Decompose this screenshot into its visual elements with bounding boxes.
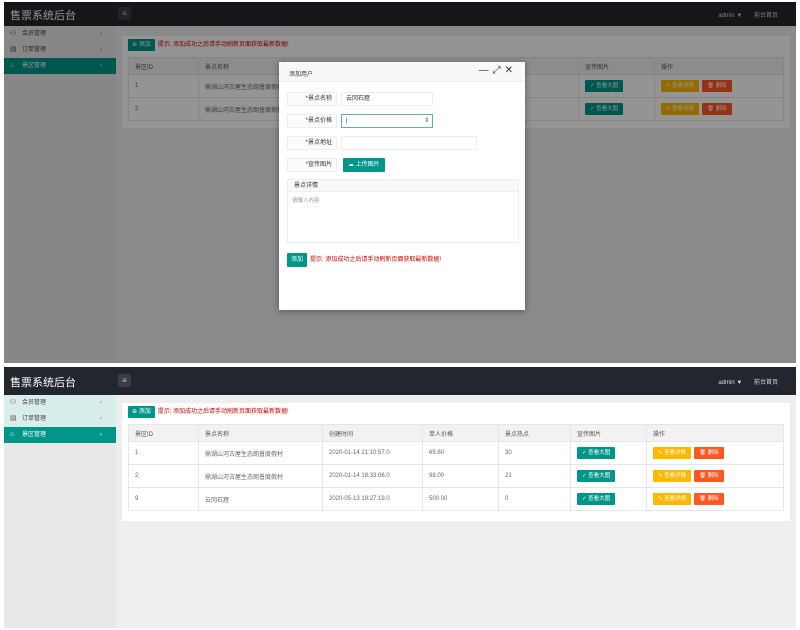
cell-hot: 21 bbox=[498, 464, 571, 488]
cell-id: 2 bbox=[128, 464, 199, 488]
screenshot-list: 售票系统后台 ≡ admin ▼ 前台首页 ⚇ 会员管理 ‹ ▤ 订单管理 ‹ … bbox=[4, 367, 796, 628]
refresh-tip: 提示: 添加成功之后请手动刷新页面获取最新数据! bbox=[157, 409, 289, 415]
modal-controls: —⤢✕ bbox=[479, 65, 517, 76]
top-right-menu: admin ▼ 前台首页 bbox=[698, 377, 778, 386]
col-actions: 操作 bbox=[646, 424, 784, 442]
stepper-icon[interactable]: ⇕ bbox=[424, 115, 429, 127]
delete-button[interactable]: 🗑 删除 bbox=[694, 493, 724, 505]
cell-image: ✓ 查看大图 bbox=[570, 441, 647, 465]
detail-editor: 景点详情 请输入内容 bbox=[287, 179, 519, 243]
price-label: *景点价格 bbox=[287, 114, 337, 128]
cell-id: 9 bbox=[128, 487, 199, 511]
text-cursor: | bbox=[346, 118, 348, 124]
col-hot: 景点热点 bbox=[498, 424, 571, 442]
table-row: 9 云冈石窟 2020-05-13 19:27:19.0 500.00 0 ✓ … bbox=[128, 487, 784, 511]
chevron-left-icon: ‹ bbox=[100, 400, 102, 406]
sidebar-item-members[interactable]: ⚇ 会员管理 ‹ bbox=[4, 395, 116, 411]
price-input[interactable]: | ⇕ bbox=[341, 114, 433, 128]
view-image-button[interactable]: ✓ 查看大图 bbox=[577, 470, 616, 482]
top-bar: 售票系统后台 ≡ admin ▼ 前台首页 bbox=[4, 367, 796, 395]
address-label: *景点地址 bbox=[287, 136, 337, 150]
cell-created: 2020-05-13 19:27:19.0 bbox=[322, 487, 423, 511]
form-row-image: *宣传图片 ☁ 上传图片 bbox=[287, 158, 517, 172]
modal-title: 添加用户 bbox=[289, 72, 314, 78]
minimize-icon[interactable]: — bbox=[479, 65, 493, 76]
image-label: *宣传图片 bbox=[287, 158, 337, 172]
modal-header: 添加用户 —⤢✕ bbox=[279, 62, 525, 82]
chevron-left-icon: ‹ bbox=[100, 432, 102, 438]
user-menu[interactable]: admin ▼ bbox=[708, 380, 742, 386]
col-created: 创建时间 bbox=[322, 424, 423, 442]
screenshot-with-modal: 售票系统后台 ≡ admin ▼ 前台首页 ⚇ 会员管理 ‹ ▤ 订单管理 ‹ … bbox=[4, 2, 796, 363]
cell-created: 2020-01-14 18:33:06.0 bbox=[322, 464, 423, 488]
submit-button[interactable]: 添加 bbox=[287, 253, 308, 267]
user-icon: ⚇ bbox=[10, 399, 17, 406]
form-row-price: *景点价格 | ⇕ bbox=[287, 114, 517, 128]
address-input[interactable] bbox=[341, 136, 477, 150]
delete-button[interactable]: 🗑 删除 bbox=[694, 470, 724, 482]
cell-price: 500.00 bbox=[422, 487, 499, 511]
table-row: 1 鼎湖山河古屋生态朗普度假村 2020-01-14 21:10:57.0 69… bbox=[128, 441, 784, 465]
cell-actions: ✎ 查看详情 🗑 删除 bbox=[646, 487, 784, 511]
cell-hot: 0 bbox=[498, 487, 571, 511]
add-button[interactable]: ⊕ 添加 bbox=[128, 406, 155, 418]
view-detail-button[interactable]: ✎ 查看详情 bbox=[653, 470, 692, 482]
modal-tip: 提示: 添加成功之后请手动刷新页面获取最新数据! bbox=[310, 257, 442, 263]
cell-actions: ✎ 查看详情 🗑 删除 bbox=[646, 464, 784, 488]
cell-hot: 30 bbox=[498, 441, 571, 465]
view-detail-button[interactable]: ✎ 查看详情 bbox=[653, 493, 692, 505]
col-price: 单人价格 bbox=[422, 424, 499, 442]
form-row-address: *景点地址 bbox=[287, 136, 517, 150]
app-title: 售票系统后台 bbox=[10, 377, 76, 389]
cell-name: 鼎湖山河古屋生态朗普度假村 bbox=[198, 464, 323, 488]
content-card: ⊕ 添加 提示: 添加成功之后请手动刷新页面获取最新数据! 景区ID 景点名称 创… bbox=[122, 403, 790, 521]
name-input[interactable]: 云冈石窟 bbox=[341, 92, 433, 106]
order-icon: ▤ bbox=[10, 415, 17, 422]
col-id: 景区ID bbox=[128, 424, 199, 442]
detail-label: 景点详情 bbox=[288, 180, 518, 192]
sidebar-item-label: 会员管理 bbox=[22, 400, 47, 406]
table-header: 景区ID 景点名称 创建时间 单人价格 景点热点 宣传图片 操作 bbox=[128, 424, 784, 442]
close-icon[interactable]: ✕ bbox=[505, 65, 517, 76]
add-scenic-modal: 添加用户 —⤢✕ *景点名称 云冈石窟 *景点价格 | ⇕ *景点地址 *宣传图片… bbox=[279, 62, 525, 310]
col-name: 景点名称 bbox=[198, 424, 323, 442]
view-image-button[interactable]: ✓ 查看大图 bbox=[577, 447, 616, 459]
view-image-button[interactable]: ✓ 查看大图 bbox=[577, 493, 616, 505]
upload-image-button[interactable]: ☁ 上传图片 bbox=[343, 158, 385, 172]
cell-actions: ✎ 查看详情 🗑 删除 bbox=[646, 441, 784, 465]
caret-down-icon: ▼ bbox=[736, 380, 743, 386]
cell-created: 2020-01-14 21:10:57.0 bbox=[322, 441, 423, 465]
sidebar: ⚇ 会员管理 ‹ ▤ 订单管理 ‹ ⌂ 景区管理 ‹ bbox=[4, 395, 116, 628]
toolbar: ⊕ 添加 提示: 添加成功之后请手动刷新页面获取最新数据! bbox=[128, 406, 289, 420]
cell-id: 1 bbox=[128, 441, 199, 465]
front-page-link[interactable]: 前台首页 bbox=[754, 380, 778, 386]
cell-name: 云冈石窟 bbox=[198, 487, 323, 511]
cell-price: 98.00 bbox=[422, 464, 499, 488]
sidebar-item-orders[interactable]: ▤ 订单管理 ‹ bbox=[4, 411, 116, 427]
detail-textarea[interactable]: 请输入内容 bbox=[288, 192, 518, 208]
cell-image: ✓ 查看大图 bbox=[570, 464, 647, 488]
modal-footer: 添加 提示: 添加成功之后请手动刷新页面获取最新数据! bbox=[287, 253, 441, 267]
maximize-icon[interactable]: ⤢ bbox=[493, 65, 505, 76]
sidebar-item-label: 景区管理 bbox=[22, 432, 47, 438]
menu-toggle-icon[interactable]: ≡ bbox=[118, 374, 131, 387]
delete-button[interactable]: 🗑 删除 bbox=[694, 447, 724, 459]
cell-price: 69.60 bbox=[422, 441, 499, 465]
table-row: 2 鼎湖山河古屋生态朗普度假村 2020-01-14 18:33:06.0 98… bbox=[128, 464, 784, 488]
sidebar-item-label: 订单管理 bbox=[22, 416, 47, 422]
scenic-table: 景区ID 景点名称 创建时间 单人价格 景点热点 宣传图片 操作 1 鼎湖山河古… bbox=[128, 424, 784, 511]
name-label: *景点名称 bbox=[287, 92, 337, 106]
cell-image: ✓ 查看大图 bbox=[570, 487, 647, 511]
sidebar-item-scenic[interactable]: ⌂ 景区管理 ‹ bbox=[4, 427, 116, 443]
cell-name: 鼎湖山河古屋生态朗普度假村 bbox=[198, 441, 323, 465]
col-image: 宣传图片 bbox=[570, 424, 647, 442]
scenic-icon: ⌂ bbox=[10, 431, 15, 438]
chevron-left-icon: ‹ bbox=[100, 416, 102, 422]
form-row-name: *景点名称 云冈石窟 bbox=[287, 92, 517, 106]
view-detail-button[interactable]: ✎ 查看详情 bbox=[653, 447, 692, 459]
